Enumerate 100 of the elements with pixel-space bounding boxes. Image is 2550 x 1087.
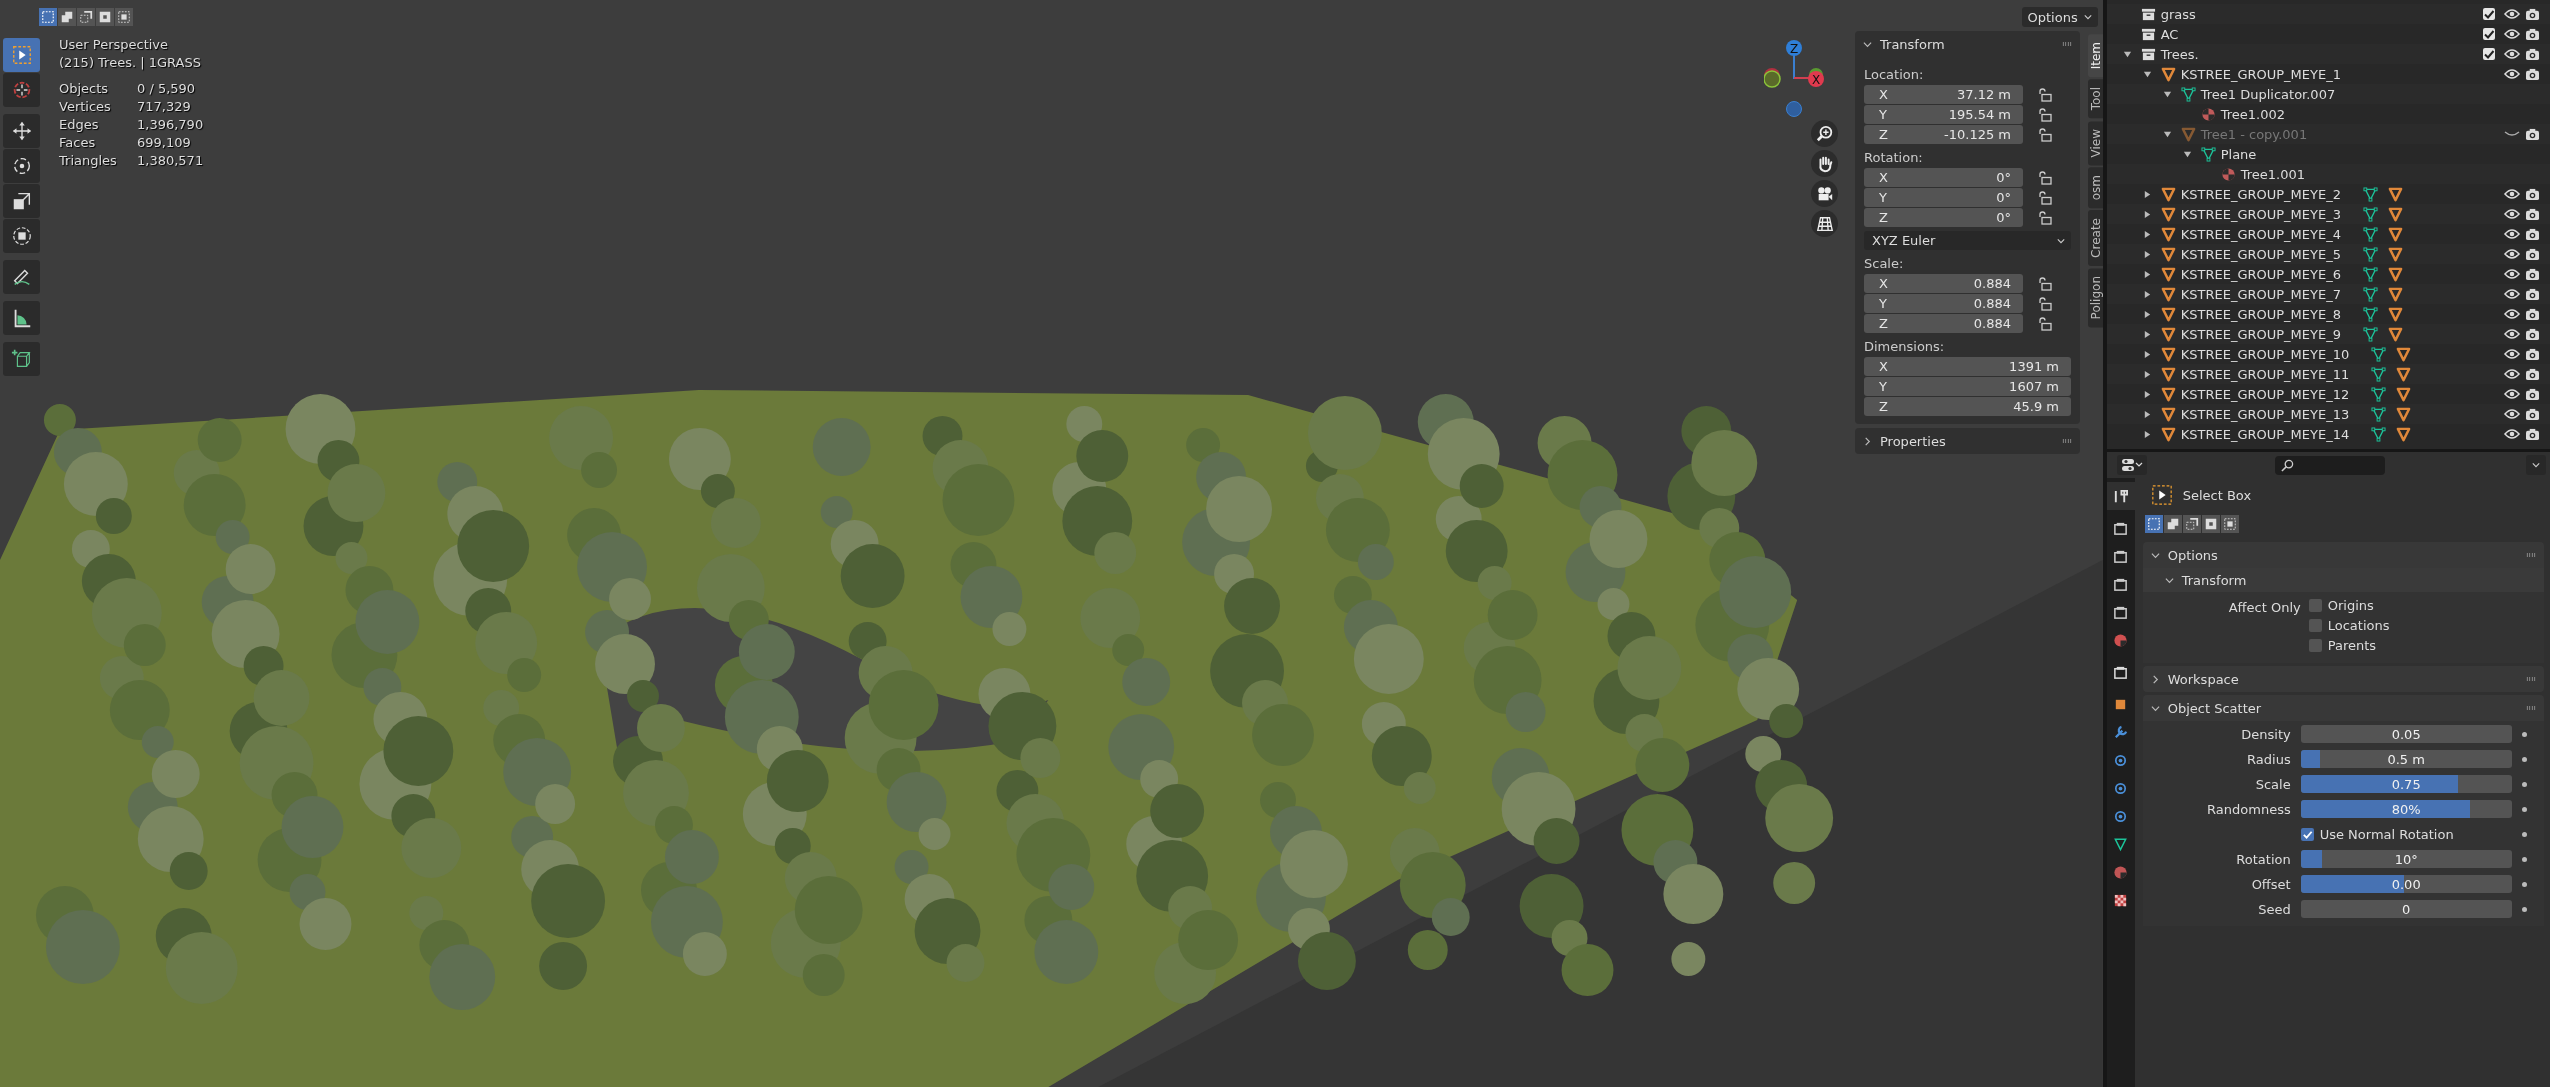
- camera-icon[interactable]: [2525, 7, 2540, 21]
- checkbox[interactable]: [2308, 599, 2322, 612]
- camera-icon[interactable]: [2525, 207, 2540, 221]
- camera-icon[interactable]: [2525, 67, 2540, 81]
- expanded-arrow-icon[interactable]: [2142, 69, 2152, 79]
- eye-icon[interactable]: [2504, 368, 2520, 380]
- tool-icon[interactable]: [2106, 482, 2135, 510]
- cursor-tool-icon[interactable]: [3, 73, 40, 107]
- lock-open-icon[interactable]: [2038, 210, 2052, 225]
- lock-open-icon[interactable]: [2038, 127, 2052, 142]
- selection-mode-button[interactable]: [2163, 515, 2182, 533]
- chevron-down-icon[interactable]: [2532, 461, 2540, 469]
- collapsed-arrow-icon[interactable]: [2142, 309, 2152, 319]
- lock-open-icon[interactable]: [2038, 107, 2052, 122]
- panel-title[interactable]: Transform: [1880, 36, 1945, 52]
- slider-field[interactable]: 0: [2300, 900, 2512, 918]
- eye-icon[interactable]: [2504, 228, 2520, 240]
- eye-icon[interactable]: [2504, 328, 2520, 340]
- scale-tool-icon[interactable]: [3, 184, 40, 218]
- camera-icon[interactable]: [2525, 367, 2540, 381]
- outliner-item-name[interactable]: KSTREE_GROUP_MEYE_3: [2180, 206, 2341, 222]
- editor-type-button[interactable]: [2116, 455, 2147, 475]
- rotation-mode-dropdown[interactable]: XYZ Euler: [1864, 231, 2071, 250]
- camera-icon[interactable]: [2525, 127, 2540, 141]
- number-field[interactable]: Y 0°: [1864, 188, 2023, 207]
- eye-icon[interactable]: [2504, 288, 2520, 300]
- chevron-down-icon[interactable]: [2083, 13, 2092, 21]
- lock-open-icon[interactable]: [2038, 190, 2052, 205]
- outliner-item-name[interactable]: KSTREE_GROUP_MEYE_13: [2180, 406, 2350, 422]
- number-field[interactable]: Z -10.125 m: [1864, 125, 2023, 144]
- move-tool-icon[interactable]: [3, 114, 40, 148]
- selection-mode-button[interactable]: [58, 8, 76, 26]
- expanded-arrow-icon[interactable]: [2122, 49, 2132, 59]
- chevron-down-icon[interactable]: [2150, 703, 2160, 713]
- number-field[interactable]: X 1391 m: [1864, 357, 2071, 376]
- collapsed-arrow-icon[interactable]: [2142, 349, 2152, 359]
- camera-icon[interactable]: [2525, 247, 2540, 261]
- panel-title[interactable]: Workspace: [2167, 671, 2239, 687]
- outliner-item-name[interactable]: KSTREE_GROUP_MEYE_1: [2180, 66, 2341, 82]
- outliner-item-name[interactable]: Tree1 Duplicator.007: [2200, 86, 2336, 102]
- annotate-tool-icon[interactable]: [3, 260, 40, 294]
- eye-icon[interactable]: [2504, 188, 2520, 200]
- chevron-down-icon[interactable]: [1863, 39, 1872, 49]
- checkbox-label[interactable]: Parents: [2327, 638, 2377, 653]
- outliner-item-name[interactable]: Tree1.001: [2240, 166, 2305, 182]
- eye-icon[interactable]: [2504, 408, 2520, 420]
- lock-open-icon[interactable]: [2038, 316, 2052, 331]
- outliner-item-name[interactable]: KSTREE_GROUP_MEYE_7: [2180, 286, 2341, 302]
- measure-tool-icon[interactable]: [3, 301, 40, 335]
- number-field[interactable]: Z 0°: [1864, 208, 2023, 227]
- camera-icon[interactable]: [2525, 287, 2540, 301]
- collapsed-arrow-icon[interactable]: [2142, 389, 2152, 399]
- sidebar-tab[interactable]: Tool: [2088, 79, 2103, 119]
- collapsed-arrow-icon[interactable]: [2142, 269, 2152, 279]
- checkbox[interactable]: [2483, 48, 2495, 60]
- collapsed-arrow-icon[interactable]: [2142, 329, 2152, 339]
- camera-icon[interactable]: [2525, 347, 2540, 361]
- keyframe-dot-icon[interactable]: [2521, 831, 2527, 837]
- checkbox-label[interactable]: Origins: [2327, 598, 2374, 613]
- eye-icon[interactable]: [2504, 388, 2520, 400]
- selection-mode-button[interactable]: [96, 8, 114, 26]
- number-field[interactable]: X 0.884: [1864, 274, 2023, 293]
- outliner-item-name[interactable]: KSTREE_GROUP_MEYE_8: [2180, 306, 2341, 322]
- expanded-arrow-icon[interactable]: [2162, 129, 2172, 139]
- number-field[interactable]: X 0°: [1864, 168, 2023, 187]
- checkbox[interactable]: [2483, 8, 2495, 20]
- checkbox[interactable]: [2483, 28, 2495, 40]
- sidebar-tab[interactable]: osm: [2088, 167, 2103, 209]
- lock-open-icon[interactable]: [2038, 276, 2052, 291]
- outliner-item-name[interactable]: grass: [2160, 6, 2196, 22]
- number-field[interactable]: Z 45.9 m: [1864, 397, 2071, 416]
- chevron-down-icon[interactable]: [2164, 575, 2174, 585]
- keyframe-dot-icon[interactable]: [2521, 731, 2527, 737]
- outliner-item-name[interactable]: KSTREE_GROUP_MEYE_12: [2180, 386, 2350, 402]
- camera-icon[interactable]: [2525, 327, 2540, 341]
- outliner-item-name[interactable]: KSTREE_GROUP_MEYE_6: [2180, 266, 2341, 282]
- outliner-item-name[interactable]: KSTREE_GROUP_MEYE_2: [2180, 186, 2341, 202]
- collapsed-arrow-icon[interactable]: [2142, 369, 2152, 379]
- lock-open-icon[interactable]: [2038, 296, 2052, 311]
- checkbox[interactable]: [2308, 619, 2322, 632]
- slider-field[interactable]: 10°: [2300, 850, 2512, 868]
- camera-icon[interactable]: [2525, 47, 2540, 61]
- eye-icon[interactable]: [2504, 68, 2520, 80]
- selection-mode-button[interactable]: [2220, 515, 2239, 533]
- outliner-item-name[interactable]: KSTREE_GROUP_MEYE_10: [2180, 346, 2350, 362]
- expanded-arrow-icon[interactable]: [2182, 149, 2192, 159]
- eye-icon[interactable]: [2504, 8, 2520, 20]
- lock-open-icon[interactable]: [2038, 87, 2052, 102]
- add-cube-tool-icon[interactable]: [3, 342, 40, 376]
- checkbox[interactable]: [2300, 827, 2314, 841]
- sidebar-tab[interactable]: Create: [2088, 210, 2103, 267]
- panel-title[interactable]: Object Scatter: [2167, 700, 2262, 716]
- collapsed-arrow-icon[interactable]: [2142, 209, 2152, 219]
- dropdown-button[interactable]: [2526, 455, 2546, 475]
- camera-icon[interactable]: [1811, 180, 1838, 207]
- grid-icon[interactable]: [1811, 210, 1838, 237]
- keyframe-dot-icon[interactable]: [2521, 856, 2527, 862]
- collapsed-arrow-icon[interactable]: [2142, 289, 2152, 299]
- outliner-item-name[interactable]: Plane: [2220, 146, 2257, 162]
- keyframe-dot-icon[interactable]: [2521, 756, 2527, 762]
